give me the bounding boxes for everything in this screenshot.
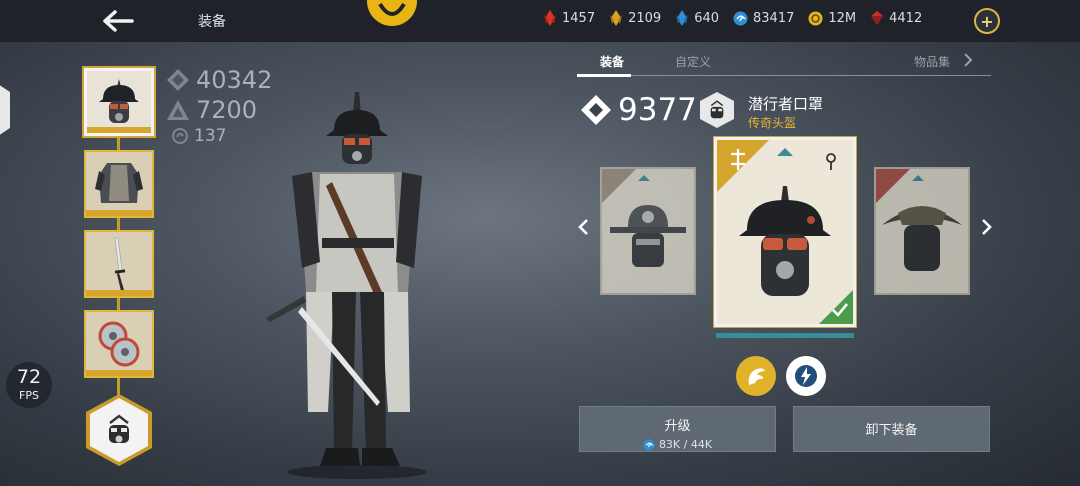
level-swirl-icon xyxy=(172,128,188,144)
currency-ruby[interactable]: 4412 xyxy=(870,10,922,26)
carousel-next-button[interactable] xyxy=(977,214,997,240)
item-rarity: 传奇头盔 xyxy=(748,116,797,130)
currency-ruby-value: 4412 xyxy=(889,10,923,26)
item-power-value: 9377 xyxy=(618,92,697,128)
item-name: 潜行者口罩 xyxy=(748,95,824,113)
helmet-card-art xyxy=(717,140,853,324)
ability-lightning[interactable] xyxy=(786,356,826,396)
power-icon xyxy=(581,95,611,125)
gold-coin-icon xyxy=(808,11,823,25)
shuriken-icon xyxy=(98,321,140,367)
ability-gold[interactable] xyxy=(736,356,776,396)
dragon-head-icon xyxy=(748,368,765,385)
item-card-previous[interactable] xyxy=(600,167,696,295)
item-card-selected[interactable] xyxy=(714,137,856,327)
blue-crystal-icon xyxy=(676,10,689,26)
stat-power-value: 40342 xyxy=(196,66,273,94)
slot-armor[interactable] xyxy=(84,150,154,218)
stat-armor-value: 7200 xyxy=(196,96,258,124)
item-type-badge xyxy=(700,92,734,128)
gold-crystal-icon xyxy=(610,10,623,26)
currency-coins-value: 83417 xyxy=(753,10,795,26)
slot-helmet[interactable] xyxy=(84,68,154,136)
currency-gold-coin-value: 12M xyxy=(828,10,857,26)
katana-icon xyxy=(114,237,126,291)
currency-gold-value: 2109 xyxy=(628,10,662,26)
set-bonus-button[interactable] xyxy=(86,394,152,466)
equipment-tabs: 装备 自定义 物品集 xyxy=(577,50,991,77)
coin-swirl-icon xyxy=(643,438,655,451)
wide-hat-icon xyxy=(602,169,686,267)
side-menu-tab[interactable] xyxy=(0,80,10,140)
currency-bar: 1457 2109 640 83417 12M 4412 xyxy=(543,10,922,26)
chevron-left-icon xyxy=(578,219,588,235)
upgrade-button-label: 升级 xyxy=(664,419,691,434)
armor-icon xyxy=(95,163,143,203)
stat-level: 137 xyxy=(172,126,272,146)
stat-power: 40342 xyxy=(166,66,272,94)
ruby-gem-icon xyxy=(871,11,884,25)
currency-blue-value: 640 xyxy=(694,10,720,26)
lightning-icon xyxy=(795,365,817,387)
gas-mask-icon xyxy=(109,414,129,443)
power-icon xyxy=(167,69,189,91)
active-tab-indicator xyxy=(577,74,631,77)
red-crystal-icon xyxy=(544,10,556,26)
tricorn-hat-icon xyxy=(876,169,962,271)
coin-swirl-icon xyxy=(733,11,748,25)
clan-emblem-icon[interactable] xyxy=(367,0,417,26)
item-power: 9377 xyxy=(580,92,697,128)
currency-gold-coin[interactable]: 12M xyxy=(808,11,856,26)
gas-mask-icon xyxy=(710,100,724,119)
fps-value: 72 xyxy=(16,366,42,388)
armor-stat-icon xyxy=(167,100,189,120)
character-stats: 40342 7200 137 xyxy=(166,66,272,146)
fps-label: FPS xyxy=(19,389,39,402)
currency-red-value: 1457 xyxy=(562,10,596,26)
stat-armor: 7200 xyxy=(166,96,272,124)
slot-weapon[interactable] xyxy=(84,230,154,298)
currency-coins[interactable]: 83417 xyxy=(733,11,794,26)
top-bar: 装备 1457 2109 640 83417 12M 4412 + xyxy=(0,0,1080,42)
page-title: 装备 xyxy=(198,14,226,30)
tab-equip[interactable]: 装备 xyxy=(600,53,624,70)
upgrade-button[interactable]: 升级 83K / 44K xyxy=(579,406,776,452)
tab-item-sets[interactable]: 物品集 xyxy=(914,53,950,70)
slot-ranged[interactable] xyxy=(84,310,154,378)
upgrade-cost: 83K / 44K xyxy=(580,438,775,451)
currency-gold[interactable]: 2109 xyxy=(609,10,661,26)
unequip-button-label: 卸下装备 xyxy=(865,423,918,438)
currency-blue[interactable]: 640 xyxy=(675,10,719,26)
plus-icon: + xyxy=(980,11,994,31)
add-currency-button[interactable]: + xyxy=(974,8,1000,34)
fps-counter: 72 FPS xyxy=(6,362,52,408)
chevron-right-icon xyxy=(982,219,992,235)
helmet-icon xyxy=(99,79,139,123)
carousel-prev-button[interactable] xyxy=(573,214,593,240)
unequip-button[interactable]: 卸下装备 xyxy=(793,406,990,452)
upgrade-cost-value: 83K / 44K xyxy=(658,438,713,451)
stat-level-value: 137 xyxy=(194,126,227,146)
item-card-next[interactable] xyxy=(874,167,970,295)
tab-customize[interactable]: 自定义 xyxy=(675,53,711,70)
equipment-screen: 装备 1457 2109 640 83417 12M 4412 + 40342 … xyxy=(0,0,1080,486)
item-card-selected-indicator xyxy=(716,333,854,338)
currency-red[interactable]: 1457 xyxy=(543,10,595,26)
chevron-right-icon[interactable] xyxy=(963,53,973,67)
character-model[interactable] xyxy=(262,92,452,480)
back-button[interactable] xyxy=(98,6,138,36)
back-arrow-icon xyxy=(103,10,134,32)
